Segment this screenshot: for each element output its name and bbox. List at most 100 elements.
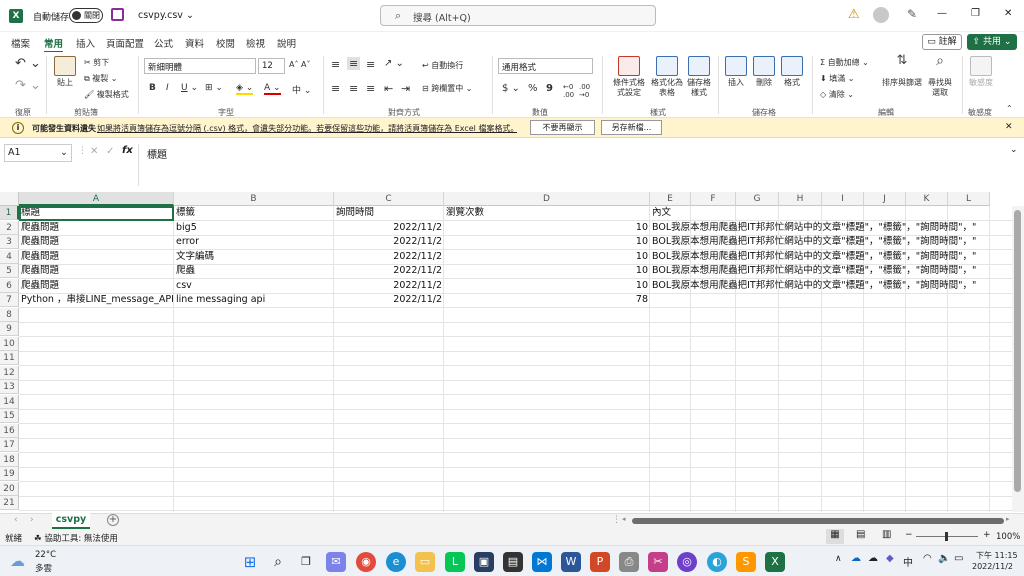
column-header-C[interactable]: C [334, 192, 444, 206]
accessibility-status[interactable]: ☘ 協助工具: 無法使用 [34, 532, 118, 544]
cell-E6[interactable]: BOL我原本想用爬蟲把IT邦邦忙網站中的文章"標題"，"標籤"，"詢問時間"，" [650, 279, 1012, 293]
cell-B2[interactable]: big5 [174, 221, 334, 235]
border-icon[interactable]: ⊞ ⌄ [205, 83, 223, 93]
cell-styles-button[interactable]: 儲存格樣式 [686, 56, 712, 98]
orientation-icon[interactable]: ↗ ⌄ [384, 58, 404, 69]
cell-C6[interactable]: 2022/11/2 [334, 279, 444, 293]
insert-cells-button[interactable]: 插入 [724, 56, 748, 88]
cell-D5[interactable]: 10 [444, 264, 650, 278]
copy-button[interactable]: ⧉ 複製 ⌄ [84, 73, 118, 84]
row-header-21[interactable]: 21 [0, 496, 19, 510]
cell-E7[interactable] [650, 293, 1012, 307]
github-icon[interactable]: ◎ [677, 552, 697, 572]
row-header-7[interactable]: 7 [0, 293, 19, 307]
cell-B5[interactable]: 爬蟲 [174, 264, 334, 278]
cell-D7[interactable]: 78 [444, 293, 650, 307]
chevron-up-icon[interactable]: ∧ [835, 554, 842, 564]
column-header-K[interactable]: K [906, 192, 948, 206]
next-sheet-icon[interactable]: › [30, 515, 34, 525]
zoom-slider-thumb[interactable] [945, 532, 948, 541]
font-color-icon[interactable]: A ⌄ [264, 83, 281, 95]
cell-A6[interactable]: 爬蟲問題 [19, 279, 174, 293]
indent-decrease-icon[interactable]: ⇤ [384, 82, 393, 95]
cell-E5[interactable]: BOL我原本想用爬蟲把IT邦邦忙網站中的文章"標題"，"標籤"，"詢問時間"，" [650, 264, 1012, 278]
tab-review[interactable]: 校閱 [216, 36, 235, 50]
scroll-right-icon[interactable]: ▸ [1006, 515, 1010, 523]
insert-function-icon[interactable]: fx [122, 145, 133, 156]
sort-filter-button[interactable]: ⇅ 排序與篩選 [882, 54, 922, 88]
cell-B7[interactable]: line messaging api [174, 293, 334, 307]
weather-icon[interactable]: ☁ [10, 552, 25, 570]
ime-indicator[interactable]: 中 [903, 554, 913, 569]
tab-help[interactable]: 說明 [277, 36, 296, 50]
row-header-13[interactable]: 13 [0, 380, 19, 394]
tab-page-layout[interactable]: 頁面配置 [106, 36, 144, 50]
page-break-view-icon[interactable]: ▥ [882, 529, 891, 540]
tab-data[interactable]: 資料 [185, 36, 204, 50]
chrome-icon[interactable]: ◉ [356, 552, 376, 572]
teams-chat-icon[interactable]: ✉ [326, 552, 346, 572]
share-button[interactable]: ⇪ 共用 ⌄ [967, 34, 1017, 50]
column-header-A[interactable]: A [19, 192, 174, 206]
scroll-left-icon[interactable]: ◂ [622, 515, 626, 523]
row-header-5[interactable]: 5 [0, 264, 19, 278]
row-header-9[interactable]: 9 [0, 322, 19, 336]
row-header-11[interactable]: 11 [0, 351, 19, 365]
clock-time[interactable]: 下午 11:15 [976, 550, 1018, 561]
number-format-select[interactable]: 通用格式 [498, 58, 593, 74]
volume-icon[interactable]: 🔈 [938, 553, 950, 564]
row-header-2[interactable]: 2 [0, 220, 19, 235]
zoom-level[interactable]: 100% [996, 532, 1020, 542]
cell-B1[interactable]: 標籤 [174, 206, 334, 220]
row-header-4[interactable]: 4 [0, 249, 19, 264]
horizontal-scrollbar[interactable]: ◂ ▸ [622, 515, 1012, 526]
conditional-format-button[interactable]: 條件式格式設定 [610, 56, 648, 98]
line-icon[interactable]: L [445, 552, 465, 572]
comma-button[interactable]: 9 [546, 83, 553, 94]
cell-C4[interactable]: 2022/11/2 [334, 250, 444, 264]
cell-C1[interactable]: 詢問時間 [334, 206, 444, 220]
cell-A7[interactable]: Python ，串接LINE_message_API & [19, 293, 174, 307]
clock-date[interactable]: 2022/11/2 [972, 562, 1013, 571]
avatar-icon[interactable] [873, 7, 889, 23]
column-header-G[interactable]: G [736, 192, 779, 206]
cell-C2[interactable]: 2022/11/2 [334, 221, 444, 235]
wifi-icon[interactable]: ◠ [923, 553, 932, 564]
italic-button[interactable]: I [166, 83, 169, 93]
paint-icon[interactable]: ◐ [707, 552, 727, 572]
close-icon[interactable]: ✕ [1004, 8, 1012, 19]
tab-insert[interactable]: 插入 [76, 36, 95, 50]
redo-icon[interactable]: ↷ ⌄ [15, 78, 41, 93]
row-header-10[interactable]: 10 [0, 336, 19, 351]
row-header-20[interactable]: 20 [0, 481, 19, 496]
snipping-icon[interactable]: ✂ [648, 552, 668, 572]
align-bottom-icon[interactable]: ≡ [366, 58, 375, 71]
font-name-select[interactable]: 新細明體 [144, 58, 256, 74]
phonetic-icon[interactable]: 中 ⌄ [292, 83, 311, 96]
cell-D4[interactable]: 10 [444, 250, 650, 264]
column-header-J[interactable]: J [864, 192, 906, 206]
sheet-tab-active[interactable]: csvpy [52, 513, 90, 529]
name-box[interactable]: A1 ⌄ [4, 144, 72, 162]
cell-A4[interactable]: 爬蟲問題 [19, 250, 174, 264]
align-middle-icon[interactable]: ≡ [347, 57, 361, 70]
page-layout-view-icon[interactable]: ▤ [856, 529, 865, 540]
save-as-button[interactable]: 另存新檔... [601, 120, 662, 135]
restore-icon[interactable]: ❐ [971, 8, 980, 19]
excel-taskbar-icon[interactable]: X [765, 552, 785, 572]
align-right-icon[interactable]: ≡ [366, 82, 375, 95]
cell-E3[interactable]: BOL我原本想用爬蟲把IT邦邦忙網站中的文章"標題"，"標籤"，"詢問時間"，" [650, 235, 1012, 249]
merge-center-button[interactable]: ⊟ 跨欄置中 ⌄ [422, 83, 473, 94]
info-message-link[interactable]: 如果將活頁簿儲存為逗號分隔 (.csv) 格式，會遺失部分功能。若要保留這些功能… [97, 123, 517, 134]
row-header-16[interactable]: 16 [0, 423, 19, 438]
cancel-entry-icon[interactable]: ✕ [90, 146, 98, 157]
fill-button[interactable]: ⬇ 填滿 ⌄ [820, 73, 855, 84]
column-header-F[interactable]: F [691, 192, 736, 206]
tab-view[interactable]: 檢視 [246, 36, 265, 50]
align-center-icon[interactable]: ≡ [349, 82, 358, 95]
row-header-15[interactable]: 15 [0, 409, 19, 423]
teams-tray-icon[interactable]: ◆ [886, 553, 894, 564]
currency-button[interactable]: $ ⌄ [502, 83, 520, 94]
font-grow-icon[interactable]: A˄ A˅ [289, 60, 311, 69]
autosave-toggle[interactable]: 關閉 [69, 8, 103, 23]
